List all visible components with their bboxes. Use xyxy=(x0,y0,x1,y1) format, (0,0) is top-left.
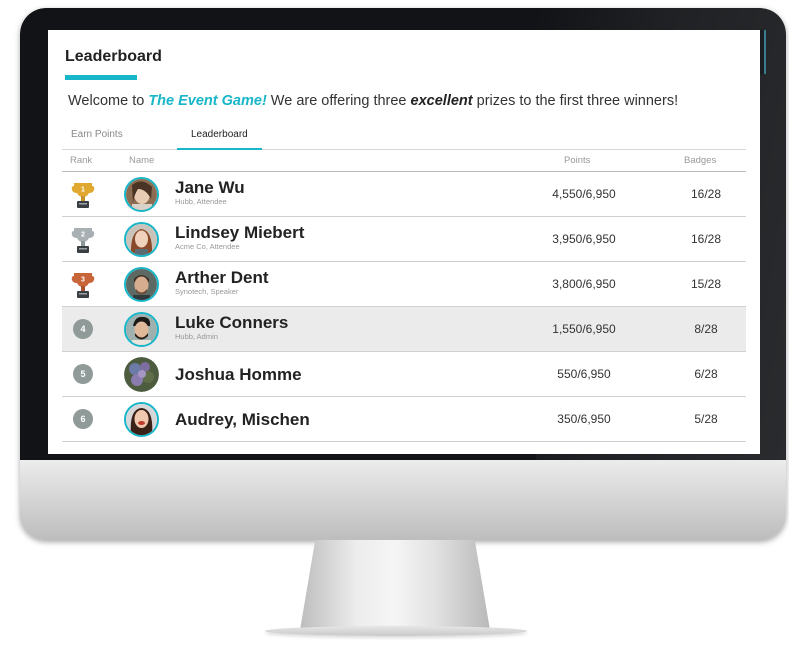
rank-number: 3 xyxy=(81,277,85,284)
table-header: Rank Name Points Badges xyxy=(62,150,746,172)
welcome-emphasis: excellent xyxy=(410,93,473,109)
player-info: Joshua Homme xyxy=(175,365,302,384)
player-badges: 15/28 xyxy=(690,277,722,291)
column-header-rank[interactable]: Rank xyxy=(70,155,92,166)
rank-badge: 4 xyxy=(73,319,93,339)
rank-badge: 6 xyxy=(73,409,93,429)
page-title: Leaderboard xyxy=(65,48,162,65)
rank-cell: 1 xyxy=(70,172,96,217)
player-points: 550/6,950 xyxy=(557,367,611,381)
avatar[interactable] xyxy=(124,177,159,212)
rank-cell: 6 xyxy=(70,397,96,442)
rank-number: 2 xyxy=(81,232,85,239)
table-row[interactable]: 5 Joshua Homme 550/6,950 6/28 xyxy=(62,352,746,397)
table-row[interactable]: 6 Audrey, Mischen 350/6,950 5/28 xyxy=(62,397,746,442)
player-info: Lindsey Miebert Acme Co, Attendee xyxy=(175,223,304,252)
table-row[interactable]: 1 Jane Wu Hubb, Attendee 4,550/6,950 16/… xyxy=(62,172,746,217)
welcome-message: Welcome to The Event Game! We are offeri… xyxy=(68,93,758,109)
welcome-suffix: prizes to the first three winners! xyxy=(472,93,679,109)
player-name[interactable]: Luke Conners xyxy=(175,313,288,332)
player-points: 3,950/6,950 xyxy=(552,232,616,246)
table-row-current-user[interactable]: 4 Luke Conners Hubb, Admin 1,550/6,950 8… xyxy=(62,307,746,352)
player-points: 350/6,950 xyxy=(557,412,611,426)
monitor-stand xyxy=(300,540,490,630)
leaderboard-table: Rank Name Points Badges 1 Jane Wu Hubb, … xyxy=(62,150,746,442)
avatar[interactable] xyxy=(124,357,159,392)
monitor-stand-base xyxy=(265,626,527,636)
player-subtitle: Synotech, Speaker xyxy=(175,287,239,296)
column-header-points[interactable]: Points xyxy=(564,155,590,166)
screen: Leaderboard Welcome to The Event Game! W… xyxy=(48,30,760,454)
player-info: Arther Dent Synotech, Speaker xyxy=(175,268,269,297)
rank-cell: 4 xyxy=(70,307,96,352)
player-badges: 16/28 xyxy=(690,232,722,246)
table-row[interactable]: 2 Lindsey Miebert Acme Co, Attendee 3,95… xyxy=(62,217,746,262)
player-subtitle: Hubb, Admin xyxy=(175,332,218,341)
player-subtitle: Hubb, Attendee xyxy=(175,197,227,206)
rank-badge: 5 xyxy=(73,364,93,384)
player-badges: 5/28 xyxy=(694,412,718,426)
player-info: Luke Conners Hubb, Admin xyxy=(175,313,288,342)
column-header-badges[interactable]: Badges xyxy=(684,155,716,166)
monitor-chin xyxy=(20,460,786,540)
player-info: Audrey, Mischen xyxy=(175,410,310,429)
table-row[interactable]: 3 Arther Dent Synotech, Speaker 3,800/6,… xyxy=(62,262,746,307)
title-underline xyxy=(65,75,137,80)
player-name[interactable]: Arther Dent xyxy=(175,268,269,287)
rank-cell: 5 xyxy=(70,352,96,397)
silver-trophy-icon: 2 xyxy=(71,228,95,253)
avatar[interactable] xyxy=(124,267,159,302)
player-name[interactable]: Audrey, Mischen xyxy=(175,410,310,429)
rank-number: 1 xyxy=(81,187,85,194)
avatar[interactable] xyxy=(124,402,159,437)
column-header-name[interactable]: Name xyxy=(129,155,154,166)
bronze-trophy-icon: 3 xyxy=(71,273,95,298)
player-info: Jane Wu Hubb, Attendee xyxy=(175,178,245,207)
avatar[interactable] xyxy=(124,312,159,347)
player-badges: 8/28 xyxy=(694,322,718,336)
rank-cell: 2 xyxy=(70,217,96,262)
screen-edge xyxy=(760,30,766,74)
welcome-prefix: Welcome to xyxy=(68,93,149,109)
welcome-middle: We are offering three xyxy=(266,93,411,109)
player-badges: 16/28 xyxy=(690,187,722,201)
player-name[interactable]: Joshua Homme xyxy=(175,365,302,384)
player-points: 3,800/6,950 xyxy=(552,277,616,291)
player-name[interactable]: Lindsey Miebert xyxy=(175,223,304,242)
tab-bar: Earn Points Leaderboard xyxy=(62,125,746,150)
player-points: 4,550/6,950 xyxy=(552,187,616,201)
tab-leaderboard[interactable]: Leaderboard xyxy=(177,125,262,150)
player-badges: 6/28 xyxy=(694,367,718,381)
rank-cell: 3 xyxy=(70,262,96,307)
event-game-name: The Event Game! xyxy=(148,93,267,109)
player-points: 1,550/6,950 xyxy=(552,322,616,336)
gold-trophy-icon: 1 xyxy=(71,183,95,208)
player-subtitle: Acme Co, Attendee xyxy=(175,242,240,251)
player-name[interactable]: Jane Wu xyxy=(175,178,245,197)
tab-earn-points[interactable]: Earn Points xyxy=(71,125,123,150)
avatar[interactable] xyxy=(124,222,159,257)
